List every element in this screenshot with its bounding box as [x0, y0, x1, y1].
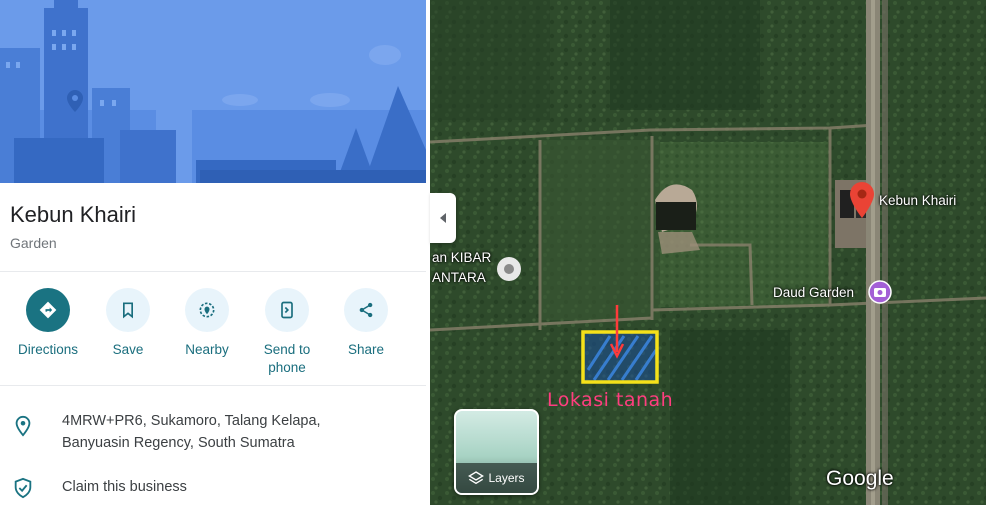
map-label-kebun-khairi[interactable]: Kebun Khairi	[879, 193, 956, 208]
shield-check-icon	[14, 477, 32, 499]
directions-label: Directions	[17, 342, 79, 357]
share-label: Share	[347, 342, 385, 357]
save-button[interactable]: Save	[88, 288, 168, 359]
send-to-phone-label: Send to phone	[263, 342, 311, 375]
nearby-button[interactable]: Nearby	[167, 288, 247, 359]
google-logo: Google	[826, 467, 894, 490]
place-category: Garden	[10, 235, 57, 251]
share-button[interactable]: Share	[326, 288, 406, 359]
collapse-panel-button[interactable]	[430, 193, 456, 243]
photo-poi-icon[interactable]	[868, 280, 892, 304]
place-panel: Kebun Khairi Garden Directions Save Near…	[0, 0, 426, 505]
save-label: Save	[112, 342, 144, 357]
directions-icon	[39, 301, 57, 319]
poi-pin-icon[interactable]	[496, 256, 522, 282]
share-icon	[359, 302, 373, 318]
directions-button[interactable]: Directions	[8, 288, 88, 359]
nearby-icon	[199, 302, 215, 318]
annotation-text: Lokasi tanah	[547, 389, 674, 411]
place-hero-illustration	[0, 0, 426, 183]
red-place-pin-icon[interactable]	[846, 180, 878, 220]
layers-button[interactable]: Layers	[454, 409, 539, 495]
map-label-poi-partial-2[interactable]: ANTARA	[432, 270, 486, 285]
location-pin-icon	[15, 415, 31, 437]
chevron-left-icon	[440, 213, 446, 223]
send-to-phone-button[interactable]: Send to phone	[247, 288, 327, 377]
divider	[0, 385, 426, 386]
claim-business-text: Claim this business	[62, 479, 187, 495]
place-title: Kebun Khairi	[10, 202, 136, 227]
bookmark-icon	[123, 302, 133, 319]
layers-icon	[468, 471, 485, 485]
divider	[0, 271, 426, 272]
satellite-map[interactable]: Kebun Khairi an KIBAR ANTARA Daud Garden…	[430, 0, 986, 505]
layers-label: Layers	[488, 471, 525, 485]
map-label-poi-partial[interactable]: an KIBAR	[432, 250, 491, 265]
send-to-phone-icon	[281, 301, 293, 319]
nearby-label: Nearby	[185, 342, 229, 357]
city-skyline-illustration	[0, 0, 426, 183]
map-label-daud-garden[interactable]: Daud Garden	[773, 285, 854, 300]
address-text: 4MRW+PR6, Sukamoro, Talang Kelapa, Banyu…	[62, 413, 321, 451]
